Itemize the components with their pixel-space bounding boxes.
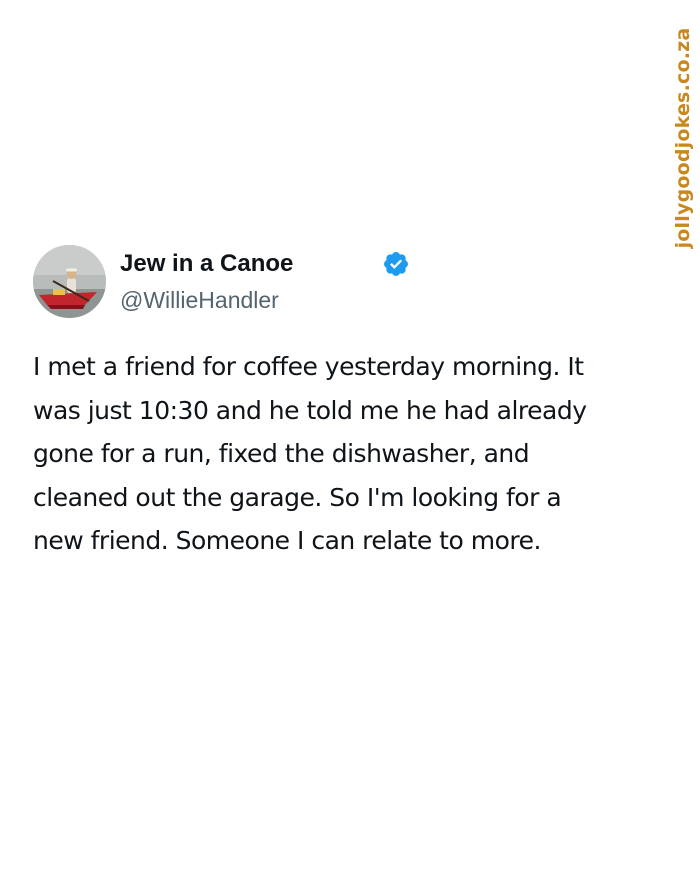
verified-badge-icon [382,250,410,278]
user-handle[interactable]: @WillieHandler [120,286,279,314]
avatar-photo [33,245,106,318]
display-name[interactable]: Jew in a Canoe [120,249,293,279]
avatar[interactable] [33,245,106,318]
tweet-text: I met a friend for coffee yesterday morn… [33,352,587,555]
watermark: jollygoodjokes.co.za [672,27,694,249]
tweet-header: Jew in a Canoe @WillieHandler [33,245,593,321]
